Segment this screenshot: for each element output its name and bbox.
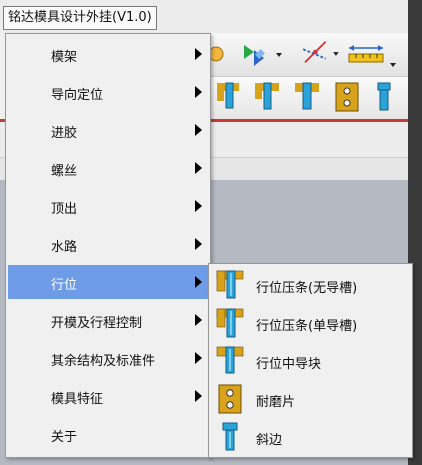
- menu-item-label: 关于: [51, 430, 78, 445]
- submenu-arrow-icon: [195, 124, 202, 136]
- submenu-arrow-icon: [195, 86, 202, 98]
- menu-item-label: 顶出: [51, 202, 78, 217]
- menu-item-other-structures[interactable]: 其余结构及标准件: [8, 341, 208, 375]
- menu-item-label: 其余结构及标准件: [51, 354, 156, 369]
- submenu-arrow-icon: [195, 314, 202, 326]
- menu-item-mold-opening[interactable]: 开模及行程控制: [8, 303, 208, 337]
- menu-item-label: 水路: [51, 240, 78, 255]
- slider-strip-icon[interactable]: [216, 81, 240, 113]
- submenu-item-wear-plate[interactable]: 耐磨片: [211, 381, 411, 417]
- submenu-arrow-icon: [195, 276, 202, 288]
- slider-strip-single-icon[interactable]: [254, 81, 280, 113]
- menu-item-label: 导向定位: [51, 88, 104, 103]
- menu-item-label: 进胶: [51, 126, 78, 141]
- toolbar-slider-tools: [210, 77, 408, 119]
- submenu-arrow-icon: [195, 48, 202, 60]
- submenu-item-label: 行位中导块: [256, 357, 322, 372]
- menu-item-slider[interactable]: 行位: [8, 265, 208, 299]
- slider-submenu: 行位压条(无导槽) 行位压条(单导槽) 行位中导块 耐磨片 斜边: [208, 263, 413, 458]
- menu-item-guide-locate[interactable]: 导向定位: [8, 75, 208, 109]
- submenu-item-bevel[interactable]: 斜边: [211, 419, 411, 455]
- menu-item-label: 螺丝: [51, 164, 78, 179]
- submenu-arrow-icon: [195, 238, 202, 250]
- submenu-item-label: 行位压条(单导槽): [256, 319, 358, 334]
- menu-item-label: 模架: [51, 50, 78, 65]
- menu-item-cooling[interactable]: 水路: [8, 227, 208, 261]
- menu-item-label: 模具特征: [51, 392, 104, 407]
- menu-title-plugin[interactable]: 铭达模具设计外挂(V1.0): [3, 6, 157, 30]
- slider-strip-single-icon: [216, 308, 244, 338]
- bevel-pin-icon: [222, 422, 238, 451]
- menu-item-about[interactable]: 关于: [8, 417, 208, 451]
- menubar: 铭达模具设计外挂(V1.0): [0, 0, 422, 33]
- bevel-pin-icon[interactable]: [376, 81, 392, 113]
- measure-angle-icon[interactable]: [298, 38, 342, 68]
- submenu-arrow-icon: [195, 390, 202, 402]
- submenu-item-label: 行位压条(无导槽): [256, 281, 358, 296]
- wear-plate-icon: [218, 384, 242, 414]
- menu-item-label: 开模及行程控制: [51, 316, 143, 331]
- slider-strip-icon: [216, 270, 244, 299]
- submenu-item-slider-strip-single-groove[interactable]: 行位压条(单导槽): [211, 305, 411, 341]
- slider-guide-block-icon[interactable]: [294, 81, 320, 113]
- submenu-arrow-icon: [195, 162, 202, 174]
- menu-item-mold-base[interactable]: 模架: [8, 37, 208, 71]
- menu-item-mold-features[interactable]: 模具特征: [8, 379, 208, 413]
- plugin-dropdown-menu: 模架 导向定位 进胶 螺丝 顶出 水路 行位 开模及行程控制 其余结构及标准件 …: [5, 33, 211, 458]
- menu-item-screw[interactable]: 螺丝: [8, 151, 208, 185]
- submenu-item-slider-guide-block[interactable]: 行位中导块: [211, 343, 411, 379]
- submenu-arrow-icon: [195, 352, 202, 364]
- wear-plate-icon[interactable]: [334, 81, 360, 113]
- slider-guide-block-icon: [216, 346, 244, 374]
- menu-item-label: 行位: [51, 278, 78, 293]
- submenu-item-label: 斜边: [256, 433, 283, 448]
- submenu-item-slider-strip-no-groove[interactable]: 行位压条(无导槽): [211, 267, 411, 303]
- partial-tool-icon[interactable]: [210, 39, 228, 69]
- submenu-item-label: 耐磨片: [256, 395, 296, 410]
- toolbar-top: [210, 33, 408, 77]
- measure-distance-icon[interactable]: [346, 39, 400, 69]
- menu-item-ejection[interactable]: 顶出: [8, 189, 208, 223]
- submenu-arrow-icon: [195, 200, 202, 212]
- flow-direction-icon[interactable]: [240, 40, 284, 70]
- menu-item-gate[interactable]: 进胶: [8, 113, 208, 147]
